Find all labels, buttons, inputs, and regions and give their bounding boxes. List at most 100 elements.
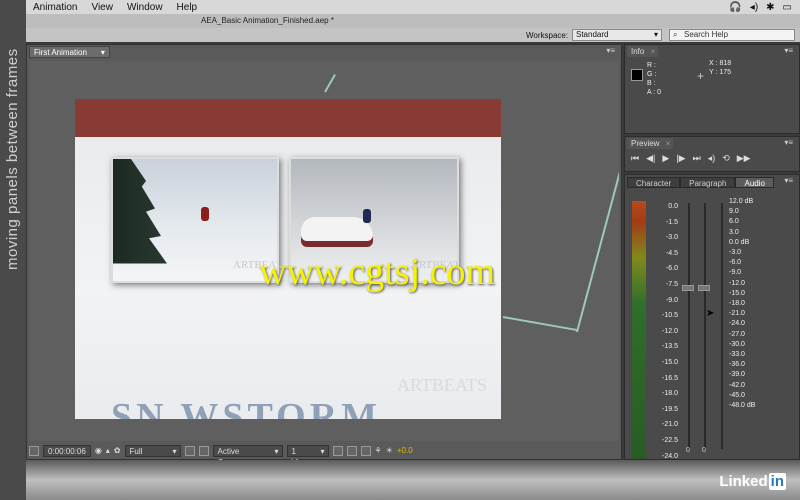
next-frame-icon[interactable]: |▶ (676, 153, 685, 164)
mute-icon[interactable]: ◂) (708, 153, 716, 164)
prev-frame-icon[interactable]: ◀| (646, 153, 655, 164)
play-icon[interactable]: ▶ (662, 153, 669, 164)
vu-scale: 0.0 -1.5 -3.0 -4.5 -6.0 -7.5 -9.0 -10.5 … (652, 199, 678, 464)
workspace-select[interactable]: Standard (572, 29, 662, 41)
db-tick: -45.0 (729, 391, 745, 399)
db-tick: -27.0 (729, 330, 745, 338)
menu-bar: Animation View Window Help 🎧 ◂) ✱ ▭ (26, 0, 800, 14)
preview-panel: Preview ▾≡ ⏮ ◀| ▶ |▶ ⏭ ◂) ⟲ ▶▶ (624, 136, 800, 172)
vu-tick: -12.0 (662, 327, 678, 335)
db-tick: -12.0 (729, 279, 745, 287)
volume-icon[interactable]: ◂) (750, 2, 758, 13)
b-value: B : (647, 80, 656, 87)
window-titlebar: AEA_Basic Animation_Finished.aep * (26, 14, 800, 28)
workspace-label: Workspace: (526, 31, 569, 40)
snapshot-icon[interactable]: ◉ (95, 446, 102, 455)
info-menu-icon[interactable]: ▾≡ (784, 46, 793, 55)
db-tick: -6.0 (729, 259, 742, 267)
background-strip: Linked in (26, 460, 800, 500)
db-tick: -24.0 (729, 320, 745, 328)
headphones-icon[interactable]: 🎧 (729, 2, 741, 13)
show-snapshot-icon[interactable]: ▴ (106, 446, 110, 455)
loop-icon[interactable]: ⟲ (722, 153, 730, 164)
tab-audio[interactable]: Audio (735, 177, 774, 188)
battery-icon[interactable]: ▭ (783, 2, 792, 13)
app-toolbar: Workspace: Standard ⌕ Search Help (26, 28, 800, 42)
db-tick: -15.0 (729, 289, 745, 297)
last-frame-icon[interactable]: ⏭ (693, 153, 701, 164)
motion-path-3 (576, 109, 619, 333)
db-scale-track (721, 203, 723, 449)
left-zero-label: 0 (686, 447, 690, 454)
title-text-blurred: SN WSTORM (111, 396, 382, 419)
resolution-select[interactable]: Full (124, 444, 181, 457)
vu-tick: -10.5 (662, 312, 678, 320)
menu-window[interactable]: Window (120, 2, 170, 13)
vu-tick: -21.0 (662, 421, 678, 429)
db-tick: -33.0 (729, 351, 745, 359)
bluetooth-icon[interactable]: ✱ (766, 2, 774, 13)
color-readout: R : G : B : A : 0 (647, 61, 661, 97)
transparency-grid-icon[interactable] (198, 445, 209, 456)
grid-toggle-icon[interactable] (29, 445, 39, 456)
viewer-controls: 0:00:00:06 ◉ ▴ ✿ Full Active Camera 1 Vi… (29, 443, 619, 467)
right-volume-slider[interactable] (698, 285, 710, 291)
brand-suffix: in (768, 473, 786, 490)
x-value: X : 818 (709, 60, 732, 67)
db-tick: -18.0 (729, 300, 745, 308)
photo-skier: ARTBEATS (111, 157, 279, 283)
menu-view[interactable]: View (84, 2, 120, 13)
view-layout-select[interactable]: 1 View (286, 444, 329, 467)
y-value: Y : 175 (709, 69, 732, 76)
camera-select[interactable]: Active Camera (212, 444, 283, 467)
vu-tick: -13.5 (662, 343, 678, 351)
tab-character[interactable]: Character (627, 177, 681, 188)
db-tick: 0.0 dB (729, 238, 750, 246)
audio-menu-icon[interactable]: ▾≡ (784, 176, 793, 185)
search-placeholder: Search Help (684, 30, 729, 39)
panel-menu-icon[interactable]: ▾≡ (606, 46, 615, 55)
vu-tick: 0.0 (668, 203, 678, 210)
channel-icon[interactable]: ✿ (114, 446, 121, 455)
composition-viewer[interactable]: ARTBEATS ARTBEATS ARTBEATS SN WSTORM www… (29, 61, 619, 441)
db-tick: 6.0 (729, 218, 739, 226)
audio-level-meter (632, 201, 646, 459)
ram-preview-icon[interactable]: ▶▶ (737, 153, 751, 164)
window-title: AEA_Basic Animation_Finished.aep * (201, 16, 334, 25)
vu-tick: -22.5 (662, 436, 678, 444)
vu-tick: -7.5 (665, 280, 678, 288)
tab-paragraph[interactable]: Paragraph (680, 177, 736, 188)
db-tick: -30.0 (729, 340, 745, 348)
coordinate-readout: X : 818 Y : 175 (709, 59, 731, 77)
color-swatch (631, 69, 643, 81)
tab-preview[interactable]: Preview (627, 138, 674, 149)
exposure-icon[interactable]: ☀ (386, 446, 393, 455)
db-tick: -21.0 (729, 310, 745, 318)
pixel-aspect-icon[interactable] (332, 445, 343, 456)
composition-panel: First Animation ▾≡ ARTBEATS ARTBEATS ART… (26, 44, 622, 467)
search-help-field[interactable]: ⌕ Search Help (669, 29, 795, 41)
skier-figure (201, 207, 209, 221)
roi-icon[interactable] (184, 445, 195, 456)
lesson-caption: moving panels between frames (4, 48, 21, 270)
vu-tick: -3.0 (665, 234, 678, 242)
first-frame-icon[interactable]: ⏮ (631, 153, 639, 164)
preview-menu-icon[interactable]: ▾≡ (784, 138, 793, 147)
menu-animation[interactable]: Animation (26, 2, 84, 13)
vu-tick: -18.0 (662, 390, 678, 398)
tab-first-animation[interactable]: First Animation (29, 46, 110, 59)
tab-info[interactable]: Info (627, 46, 659, 57)
menu-help[interactable]: Help (170, 2, 205, 13)
timeline-icon[interactable] (360, 445, 371, 456)
db-tick: -39.0 (729, 371, 745, 379)
left-volume-slider[interactable] (682, 285, 694, 291)
left-slider-track[interactable] (688, 203, 690, 449)
flowchart-icon[interactable]: ⚘ (375, 446, 382, 455)
db-scale: 12.0 dB 9.0 6.0 3.0 0.0 dB -3.0 -6.0 -9.… (729, 197, 755, 411)
r-value: R : (647, 62, 656, 69)
right-slider-track[interactable] (704, 203, 706, 449)
timecode-field[interactable]: 0:00:00:06 (43, 444, 91, 457)
person-figure (363, 209, 371, 223)
exposure-value[interactable]: +0.0 (397, 446, 413, 455)
fast-preview-icon[interactable] (346, 445, 357, 456)
